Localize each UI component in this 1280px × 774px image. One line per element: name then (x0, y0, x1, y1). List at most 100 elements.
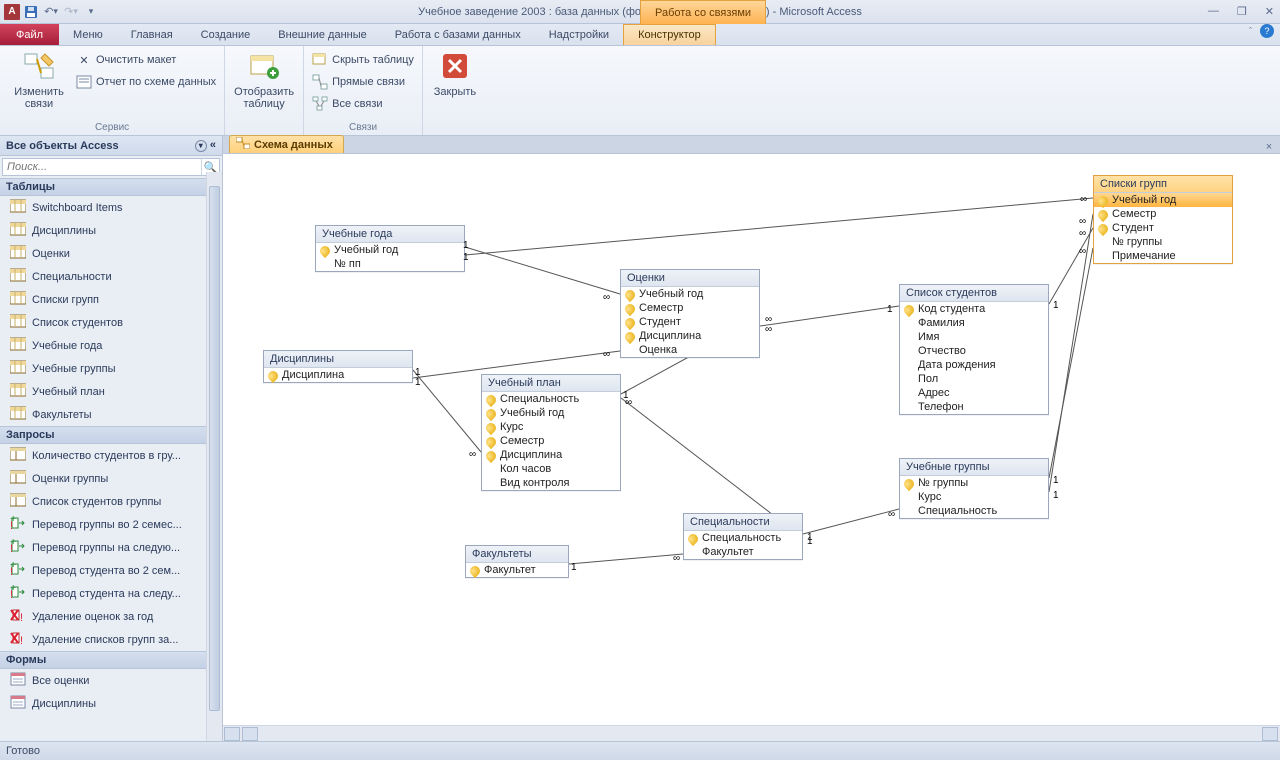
table-field[interactable]: Дата рождения (900, 358, 1048, 372)
nav-group-Формы[interactable]: Формы⌃ (0, 651, 222, 669)
nav-item[interactable]: Учебный план (0, 380, 222, 403)
table-title[interactable]: Учебный план (482, 375, 620, 392)
nav-item[interactable]: Дисциплины (0, 692, 222, 715)
table-field[interactable]: Семестр (1094, 207, 1232, 221)
nav-item[interactable]: Списки групп (0, 288, 222, 311)
nav-item[interactable]: Оценки (0, 242, 222, 265)
minimize-icon[interactable]: — (1208, 5, 1219, 18)
tab-close-icon[interactable]: × (1262, 141, 1276, 153)
qat-customize-icon[interactable]: ▾ (82, 3, 100, 21)
navpane-search[interactable]: 🔍 (2, 158, 220, 176)
relations-canvas[interactable]: Учебные годаУчебный год№ ппДисциплиныДис… (223, 154, 1280, 725)
tab-внешние данные[interactable]: Внешние данные (264, 24, 380, 45)
table-field[interactable]: Телефон (900, 400, 1048, 414)
table-title[interactable]: Учебные группы (900, 459, 1048, 476)
table-box-fak[interactable]: ФакультетыФакультет (465, 545, 569, 578)
table-field[interactable]: Оценка (621, 343, 759, 357)
tab-конструктор[interactable]: Конструктор (623, 24, 716, 45)
table-title[interactable]: Списки групп (1094, 176, 1232, 193)
help-icon[interactable]: ? (1260, 24, 1274, 38)
table-field[interactable]: Семестр (621, 301, 759, 315)
table-field[interactable]: Фамилия (900, 316, 1048, 330)
table-field[interactable]: Код студента (900, 302, 1048, 316)
close-button[interactable]: Закрыть (431, 50, 479, 98)
restore-icon[interactable]: ❐ (1237, 5, 1247, 18)
navpane-scrollbar[interactable] (206, 172, 222, 741)
scroll-first-icon[interactable] (224, 727, 240, 741)
close-icon[interactable]: ✕ (1265, 5, 1274, 18)
table-field[interactable]: № группы (1094, 235, 1232, 249)
nav-item[interactable]: Учебные группы (0, 357, 222, 380)
table-field[interactable]: № пп (316, 257, 464, 271)
nav-item[interactable]: Оценки группы (0, 467, 222, 490)
scroll-left-icon[interactable] (242, 727, 258, 741)
nav-item[interactable]: Факультеты (0, 403, 222, 426)
horizontal-scrollbar[interactable] (223, 725, 1280, 741)
nav-item[interactable]: +!Перевод студента на следу... (0, 582, 222, 605)
table-title[interactable]: Специальности (684, 514, 802, 531)
tab-надстройки[interactable]: Надстройки (535, 24, 623, 45)
table-field[interactable]: Студент (1094, 221, 1232, 235)
table-field[interactable]: Учебный год (482, 406, 620, 420)
nav-item[interactable]: Дисциплины (0, 219, 222, 242)
nav-item[interactable]: Список студентов группы (0, 490, 222, 513)
save-icon[interactable] (22, 3, 40, 21)
nav-item[interactable]: +!Перевод студента во 2 сем... (0, 559, 222, 582)
table-title[interactable]: Оценки (621, 270, 759, 287)
table-field[interactable]: Отчество (900, 344, 1048, 358)
nav-item[interactable]: !Удаление оценок за год (0, 605, 222, 628)
table-box-ugr[interactable]: Учебные группы№ группыКурсСпециальность (899, 458, 1049, 519)
table-box-spec[interactable]: СпециальностиСпециальностьФакультет (683, 513, 803, 560)
table-field[interactable]: Пол (900, 372, 1048, 386)
table-box-ocenki[interactable]: ОценкиУчебный годСеместрСтудентДисциплин… (620, 269, 760, 358)
table-field[interactable]: Студент (621, 315, 759, 329)
tab-меню[interactable]: Меню (59, 24, 117, 45)
table-field[interactable]: Дисциплина (621, 329, 759, 343)
navpane-header[interactable]: Все объекты Access ▾ « (0, 136, 222, 156)
table-field[interactable]: Вид контроля (482, 476, 620, 490)
table-field[interactable]: Семестр (482, 434, 620, 448)
nav-item[interactable]: Специальности (0, 265, 222, 288)
hide-table-button[interactable]: Скрыть таблицу (312, 50, 414, 70)
nav-item[interactable]: Все оценки (0, 669, 222, 692)
table-field[interactable]: Адрес (900, 386, 1048, 400)
nav-item[interactable]: Учебные года (0, 334, 222, 357)
tab-главная[interactable]: Главная (117, 24, 187, 45)
table-title[interactable]: Учебные года (316, 226, 464, 243)
table-field[interactable]: № группы (900, 476, 1048, 490)
app-logo[interactable]: A (4, 4, 20, 20)
table-title[interactable]: Дисциплины (264, 351, 412, 368)
table-box-stud[interactable]: Список студентовКод студентаФамилияИмяОт… (899, 284, 1049, 415)
nav-item[interactable]: Количество студентов в гру... (0, 444, 222, 467)
table-field[interactable]: Дисциплина (264, 368, 412, 382)
redo-icon[interactable]: ↷▾ (62, 3, 80, 21)
table-field[interactable]: Учебный год (621, 287, 759, 301)
table-box-uc_goda[interactable]: Учебные годаУчебный год№ пп (315, 225, 465, 272)
table-field[interactable]: Специальность (900, 504, 1048, 518)
table-field[interactable]: Учебный год (316, 243, 464, 257)
show-table-button[interactable]: Отобразить таблицу (233, 50, 295, 110)
nav-group-Запросы[interactable]: Запросы⌃ (0, 426, 222, 444)
undo-icon[interactable]: ↶▾ (42, 3, 60, 21)
nav-item[interactable]: +!Перевод группы во 2 семес... (0, 513, 222, 536)
tab-работа с базами данных[interactable]: Работа с базами данных (381, 24, 535, 45)
table-field[interactable]: Курс (900, 490, 1048, 504)
table-field[interactable]: Специальность (684, 531, 802, 545)
nav-item[interactable]: +!Перевод группы на следую... (0, 536, 222, 559)
table-box-disc[interactable]: ДисциплиныДисциплина (263, 350, 413, 383)
tab-schema[interactable]: Схема данных (229, 135, 344, 153)
table-title[interactable]: Факультеты (466, 546, 568, 563)
nav-item[interactable]: !Удаление списков групп за... (0, 628, 222, 651)
ribbon-minimize-icon[interactable]: ˆ (1249, 26, 1252, 36)
edit-relations-button[interactable]: Изменить связи (8, 50, 70, 110)
all-relations-button[interactable]: Все связи (312, 94, 414, 114)
table-field[interactable]: Специальность (482, 392, 620, 406)
table-field[interactable]: Примечание (1094, 249, 1232, 263)
tab-создание[interactable]: Создание (187, 24, 265, 45)
direct-relations-button[interactable]: Прямые связи (312, 72, 414, 92)
search-input[interactable] (3, 159, 201, 175)
nav-group-Таблицы[interactable]: Таблицы⌃ (0, 178, 222, 196)
table-field[interactable]: Факультет (466, 563, 568, 577)
table-field[interactable]: Учебный год (1094, 193, 1232, 207)
table-field[interactable]: Имя (900, 330, 1048, 344)
